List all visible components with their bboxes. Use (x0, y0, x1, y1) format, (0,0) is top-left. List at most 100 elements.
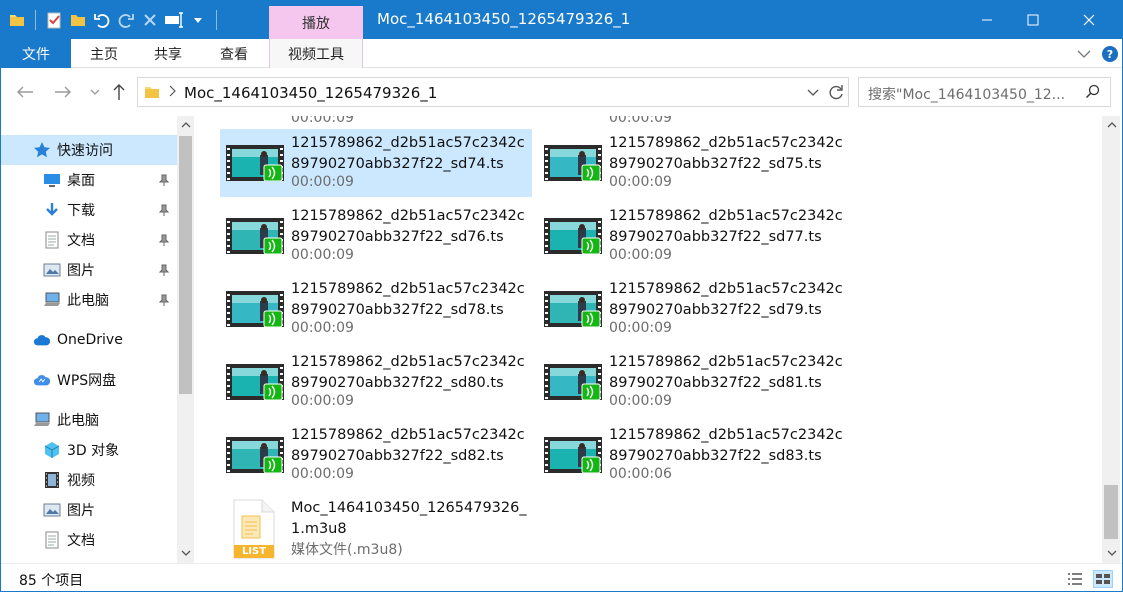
file-tile[interactable]: 1215789862_d2b51ac57c2342c89790270abb327… (538, 202, 850, 270)
video-icon (43, 471, 61, 489)
nav-pictures-pc[interactable]: 图片 (1, 495, 177, 525)
tab-share[interactable]: 共享 (143, 39, 193, 68)
file-name: 1215789862_d2b51ac57c2342c89790270abb327… (291, 281, 525, 318)
video-file-icon (226, 291, 284, 328)
nav-this-pc[interactable]: 此电脑 (1, 405, 177, 435)
scroll-down-icon[interactable] (177, 544, 194, 561)
content-scrollbar[interactable] (1102, 116, 1120, 563)
video-file-icon (226, 145, 284, 182)
properties-icon[interactable] (44, 9, 64, 31)
address-bar[interactable]: Moc_1464103450_1265479326_1 (137, 77, 849, 107)
desktop-icon (43, 171, 61, 189)
file-tile[interactable]: 1215789862_d2b51ac57c2342c89790270abb327… (220, 421, 532, 489)
nav-3d-objects[interactable]: 3D 对象 (1, 435, 177, 465)
file-duration: 00:00:09 (291, 393, 354, 409)
undo-icon[interactable] (92, 9, 112, 31)
redo-icon[interactable] (116, 9, 136, 31)
nav-wps-cloud[interactable]: WPS网盘 (1, 365, 177, 395)
nav-label: 桌面 (67, 173, 95, 189)
delete-icon[interactable] (140, 9, 160, 31)
scroll-up-icon[interactable] (177, 116, 194, 133)
ribbon-tabs: 文件 主页 共享 查看 视频工具 ? (1, 39, 1122, 68)
nav-label: 快速访问 (57, 143, 113, 159)
help-icon[interactable]: ? (1102, 46, 1118, 62)
tiles-view-icon[interactable] (1093, 570, 1113, 588)
nav-quick-access[interactable]: 快速访问 (1, 135, 177, 165)
file-name: 1215789862_d2b51ac57c2342c89790270abb327… (291, 354, 525, 391)
address-dropdown-icon[interactable] (807, 87, 819, 102)
rename-icon[interactable] (164, 9, 184, 31)
nav-label: 图片 (67, 263, 95, 279)
search-input[interactable]: 搜索"Moc_1464103450_12... (858, 77, 1111, 107)
file-name: 1215789862_d2b51ac57c2342c89790270abb327… (609, 135, 843, 172)
tab-home[interactable]: 主页 (79, 39, 129, 68)
file-tile[interactable]: 1215789862_d2b51ac57c2342c89790270abb327… (538, 348, 850, 416)
tab-video-tools[interactable]: 视频工具 (269, 39, 363, 68)
quick-access-toolbar (7, 7, 221, 33)
recent-locations-icon[interactable] (85, 82, 105, 102)
file-tile-m3u8[interactable]: LIST Moc_1464103450_1265479326_1.m3u8 媒体文件… (220, 494, 532, 562)
file-tile[interactable]: 1215789862_d2b51ac57c2342c89790270abb327… (220, 348, 532, 416)
pin-icon[interactable] (157, 233, 171, 247)
pin-icon[interactable] (157, 263, 171, 277)
video-file-icon (226, 364, 284, 401)
scrollbar-thumb[interactable] (179, 136, 192, 394)
forward-arrow-icon[interactable] (53, 82, 73, 102)
file-type: 媒体文件(.m3u8) (291, 542, 403, 558)
file-duration: 00:00:09 (609, 320, 672, 336)
scrollbar-thumb[interactable] (1104, 485, 1118, 539)
nav-desktop[interactable]: 桌面 (1, 165, 177, 195)
file-tile[interactable]: 1215789862_d2b51ac57c2342c89790270abb327… (220, 202, 532, 270)
customize-dropdown-icon[interactable] (188, 9, 208, 31)
up-arrow-icon[interactable] (109, 82, 129, 102)
search-icon[interactable] (1085, 84, 1101, 104)
picture-icon (43, 501, 61, 519)
video-file-icon (544, 437, 602, 474)
nav-videos[interactable]: 视频 (1, 465, 177, 495)
maximize-button[interactable] (1010, 1, 1056, 39)
nav-label: WPS网盘 (57, 373, 117, 389)
nav-label: 文档 (67, 233, 95, 249)
item-count: 85 个项目 (19, 573, 84, 589)
minimize-button[interactable] (964, 1, 1010, 39)
back-arrow-icon[interactable] (15, 82, 35, 102)
cube-icon (43, 441, 61, 459)
folder-icon (144, 84, 160, 104)
address-row: Moc_1464103450_1265479326_1 搜索"Moc_14641… (1, 68, 1122, 116)
file-tile[interactable]: 1215789862_d2b51ac57c2342c89790270abb327… (538, 275, 850, 343)
tab-view[interactable]: 查看 (207, 39, 261, 68)
new-folder-icon[interactable] (68, 9, 88, 31)
chevron-down-icon[interactable] (1077, 48, 1091, 63)
video-file-icon (544, 364, 602, 401)
scroll-down-icon[interactable] (1103, 544, 1120, 561)
refresh-icon[interactable] (827, 83, 845, 105)
scroll-up-icon[interactable] (1103, 116, 1120, 133)
file-tile[interactable]: 1215789862_d2b51ac57c2342c89790270abb327… (538, 129, 850, 197)
nav-onedrive[interactable]: OneDrive (1, 325, 177, 355)
nav-documents-pc[interactable]: 文档 (1, 525, 177, 555)
tab-file[interactable]: 文件 (1, 39, 71, 68)
file-name: 1215789862_d2b51ac57c2342c89790270abb327… (609, 281, 843, 318)
pin-icon[interactable] (157, 293, 171, 307)
file-tile[interactable]: 1215789862_d2b51ac57c2342c89790270abb327… (538, 421, 850, 489)
list-file-icon: LIST (230, 498, 278, 560)
details-view-icon[interactable] (1065, 570, 1085, 588)
close-button[interactable] (1066, 1, 1112, 39)
breadcrumb[interactable]: Moc_1464103450_1265479326_1 (184, 84, 437, 102)
nav-downloads[interactable]: 下载 (1, 195, 177, 225)
pin-icon[interactable] (157, 203, 171, 217)
file-name: 1215789862_d2b51ac57c2342c89790270abb327… (291, 208, 525, 245)
pin-icon[interactable] (157, 173, 171, 187)
video-file-icon (226, 218, 284, 255)
nav-pictures[interactable]: 图片 (1, 255, 177, 285)
nav-label: 此电脑 (57, 413, 99, 429)
nav-scrollbar[interactable] (177, 116, 194, 563)
breadcrumb-separator-icon[interactable] (168, 85, 176, 101)
partial-item-duration: 00:00:09 (291, 116, 354, 126)
context-tab-play[interactable]: 播放 (269, 6, 363, 39)
nav-documents[interactable]: 文档 (1, 225, 177, 255)
file-tile[interactable]: 1215789862_d2b51ac57c2342c89790270abb327… (220, 275, 532, 343)
nav-this-pc-pinned[interactable]: 此电脑 (1, 285, 177, 315)
nav-label: 文档 (67, 533, 95, 549)
file-tile[interactable]: 1215789862_d2b51ac57c2342c89790270abb327… (220, 129, 532, 197)
